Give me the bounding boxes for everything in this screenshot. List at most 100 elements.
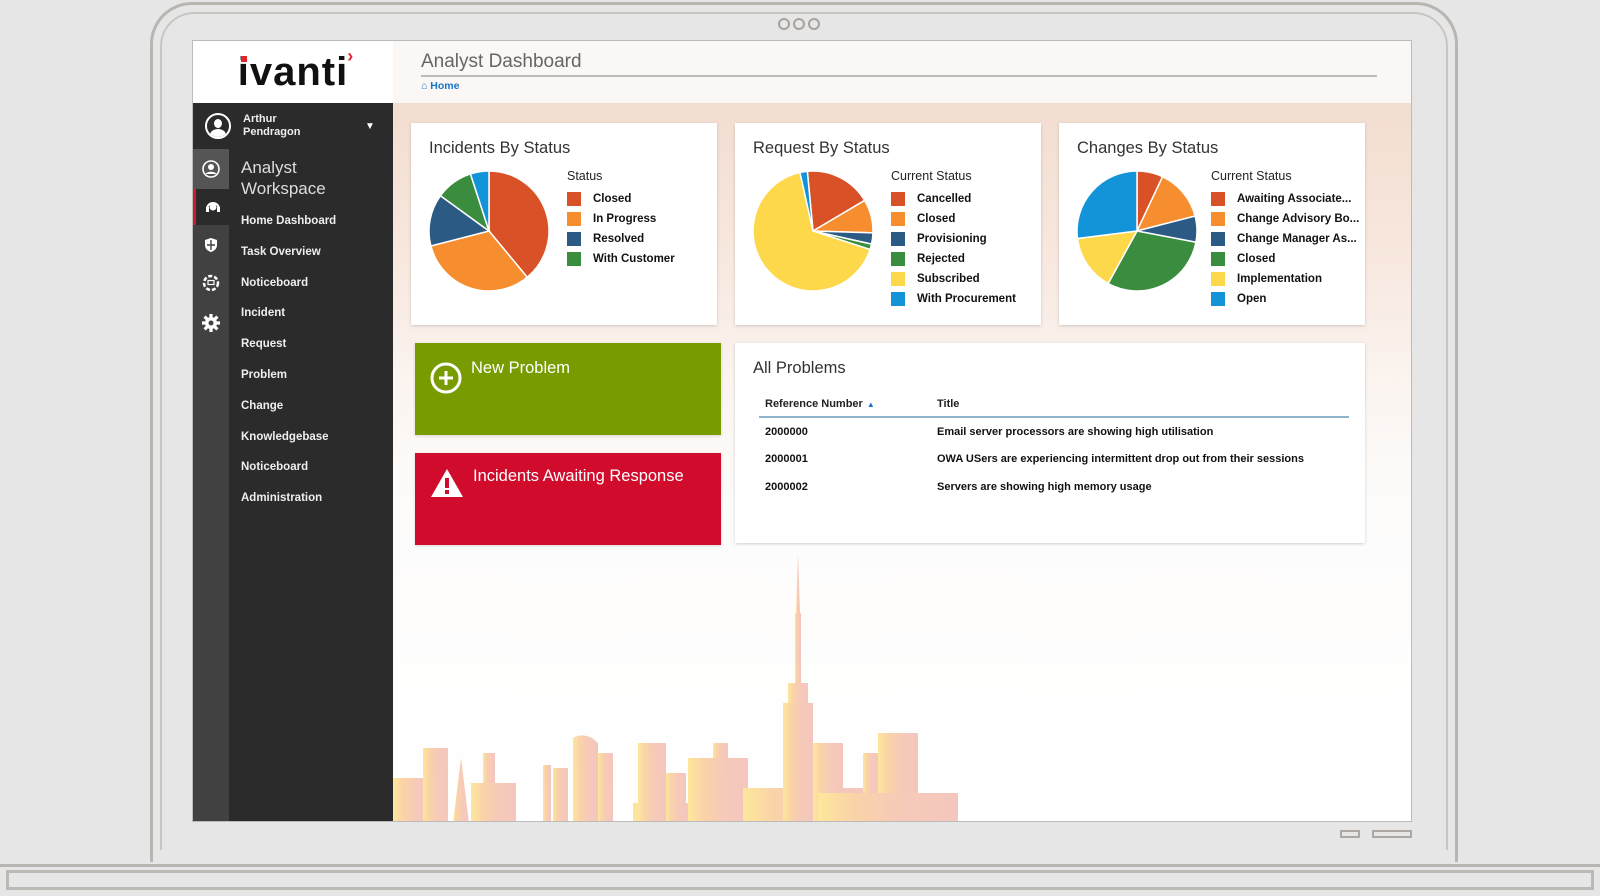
legend-title: Status	[567, 169, 603, 183]
page-title: Analyst Dashboard	[421, 51, 1377, 77]
legend-label: Subscribed	[917, 273, 980, 285]
page-header: Analyst Dashboard ⌂ Home	[393, 41, 1411, 103]
chart-title: Incidents By Status	[429, 139, 571, 157]
legend-item[interactable]: Change Manager As...	[1211, 229, 1359, 249]
legend-label: Closed	[593, 193, 632, 205]
incidents-pie-chart[interactable]	[427, 169, 551, 293]
logo: ivanti ›	[193, 41, 393, 103]
legend-label: Awaiting Associate...	[1237, 193, 1352, 205]
legend-item[interactable]: Open	[1211, 289, 1359, 309]
legend-item[interactable]: Change Advisory Bo...	[1211, 209, 1359, 229]
chart-title: Changes By Status	[1077, 139, 1219, 157]
nav-item-problem[interactable]: Problem	[229, 365, 393, 396]
legend-item[interactable]: Rejected	[891, 249, 1016, 269]
column-header-title[interactable]: Title	[937, 391, 1349, 418]
gear-icon[interactable]	[193, 305, 229, 341]
legend-label: Provisioning	[917, 233, 987, 245]
nav-item-incident[interactable]: Incident	[229, 303, 393, 334]
legend-swatch	[891, 292, 905, 306]
legend-item[interactable]: Provisioning	[891, 229, 1016, 249]
legend-label: Change Advisory Bo...	[1237, 213, 1360, 225]
legend-swatch	[567, 252, 581, 266]
legend-swatch	[1211, 252, 1225, 266]
legend-item[interactable]: In Progress	[567, 209, 675, 229]
reference-number: 2000001	[765, 453, 808, 465]
legend-title: Current Status	[1211, 169, 1292, 183]
request-by-status-card: Request By Status Current Status Cancell…	[735, 123, 1041, 325]
chart-title: Request By Status	[753, 139, 890, 157]
column-header-reference-number[interactable]: Reference Number ▲	[759, 391, 937, 418]
legend-swatch	[1211, 212, 1225, 226]
nav-item-administration[interactable]: Administration	[229, 488, 393, 519]
logo-text: ivanti	[237, 49, 349, 94]
legend-swatch	[567, 212, 581, 226]
changes-pie-chart[interactable]	[1075, 169, 1199, 293]
nav-item-request[interactable]: Request	[229, 334, 393, 365]
table-row[interactable]: 2000001 OWA USers are experiencing interm…	[759, 445, 1349, 473]
legend-label: Implementation	[1237, 273, 1322, 285]
legend-swatch	[891, 232, 905, 246]
headset-icon[interactable]	[193, 189, 229, 225]
legend-label: With Customer	[593, 253, 675, 265]
plus-circle-icon	[430, 362, 462, 394]
legend-swatch	[891, 212, 905, 226]
incidents-legend: Status Closed In Progress Resolved With Cus…	[567, 169, 675, 269]
request-pie-chart[interactable]	[751, 169, 875, 293]
legend-item[interactable]: With Procurement	[891, 289, 1016, 309]
legend-label: Change Manager As...	[1237, 233, 1357, 245]
breadcrumb[interactable]: ⌂ Home	[421, 80, 1399, 92]
user-menu[interactable]: Arthur Pendragon ▼	[193, 103, 393, 149]
legend-label: Resolved	[593, 233, 645, 245]
nav-item-task-overview[interactable]: Task Overview	[229, 242, 393, 273]
legend-swatch	[891, 272, 905, 286]
new-problem-tile[interactable]: New Problem	[415, 343, 721, 435]
app-screen: ivanti › Arthur Pendragon ▼ Analyst Works…	[192, 40, 1412, 822]
user-icon[interactable]	[193, 149, 229, 189]
legend-item[interactable]: Implementation	[1211, 269, 1359, 289]
main-content: Analyst Dashboard ⌂ Home Incidents By St…	[393, 41, 1411, 821]
legend-title: Current Status	[891, 169, 972, 183]
camera-dots	[778, 18, 820, 30]
nav-item-noticeboard[interactable]: Noticeboard	[229, 273, 393, 304]
all-problems-title: All Problems	[753, 359, 846, 377]
chevron-down-icon[interactable]: ▼	[365, 121, 375, 132]
legend-item[interactable]: Cancelled	[891, 189, 1016, 209]
legend-item[interactable]: Closed	[1211, 249, 1359, 269]
sort-ascending-icon[interactable]: ▲	[867, 400, 875, 409]
legend-item[interactable]: Closed	[891, 209, 1016, 229]
network-icon[interactable]	[193, 265, 229, 301]
breadcrumb-home[interactable]: Home	[430, 80, 459, 92]
workspace-title: Analyst Workspace	[241, 158, 326, 198]
request-legend: Current Status Cancelled Closed Provisioni…	[891, 169, 1016, 309]
warning-icon	[431, 469, 463, 497]
nav-item-home-dashboard[interactable]: Home Dashboard	[229, 211, 393, 242]
legend-label: Closed	[1237, 253, 1276, 265]
legend-swatch	[1211, 192, 1225, 206]
legend-label: Open	[1237, 293, 1267, 305]
legend-item[interactable]: Awaiting Associate...	[1211, 189, 1359, 209]
legend-item[interactable]: Subscribed	[891, 269, 1016, 289]
avatar-icon	[205, 113, 231, 139]
table-row[interactable]: 2000002 Servers are showing high memory u…	[759, 473, 1349, 501]
indicator-light	[1340, 830, 1360, 838]
nav-item-knowledgebase[interactable]: Knowledgebase	[229, 427, 393, 458]
pie-slice-open[interactable]	[1076, 170, 1138, 240]
user-name: Arthur Pendragon	[243, 113, 301, 138]
legend-item[interactable]: Resolved	[567, 229, 675, 249]
reference-number: 2000002	[765, 481, 808, 493]
table-row[interactable]: 2000000 Email server processors are showi…	[759, 417, 1349, 445]
legend-label: Cancelled	[917, 193, 972, 205]
legend-swatch	[567, 232, 581, 246]
nav-panel: Analyst Workspace Home Dashboard Task Ov…	[229, 149, 393, 821]
changes-by-status-card: Changes By Status Current Status Awaitin…	[1059, 123, 1365, 325]
legend-item[interactable]: Closed	[567, 189, 675, 209]
nav-list: Home Dashboard Task Overview Noticeboard…	[229, 211, 393, 519]
reference-number: 2000000	[765, 425, 808, 438]
shield-icon[interactable]	[193, 227, 229, 263]
legend-label: Rejected	[917, 253, 965, 265]
incidents-awaiting-response-tile[interactable]: Incidents Awaiting Response	[415, 453, 721, 545]
nav-item-noticeboard-2[interactable]: Noticeboard	[229, 457, 393, 488]
legend-item[interactable]: With Customer	[567, 249, 675, 269]
nav-item-change[interactable]: Change	[229, 396, 393, 427]
legend-swatch	[1211, 232, 1225, 246]
